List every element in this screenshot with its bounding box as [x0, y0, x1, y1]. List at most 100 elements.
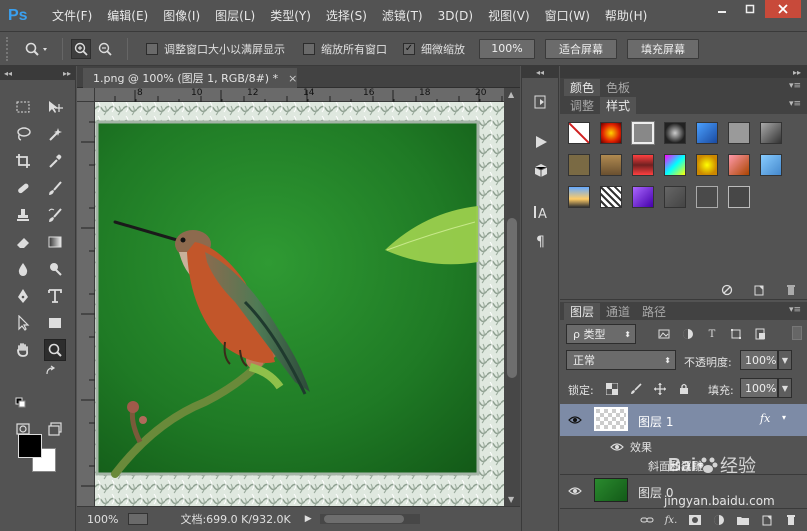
style-swatch[interactable] — [632, 154, 654, 176]
menu-image[interactable]: 图像(I) — [163, 7, 200, 24]
ruler-corner[interactable] — [77, 88, 95, 102]
zoom-tool-preset-icon[interactable] — [20, 37, 54, 61]
scroll-thumb[interactable] — [507, 218, 517, 378]
style-swatch[interactable] — [728, 186, 750, 208]
style-swatch[interactable] — [600, 154, 622, 176]
layer-filter-select[interactable]: ρ 类型 ⬍ — [566, 324, 636, 344]
fill-input[interactable]: 100% — [740, 378, 778, 398]
lasso-tool-icon[interactable] — [12, 123, 34, 145]
collapse-arrows-icon[interactable]: ◂◂ — [522, 66, 558, 78]
close-tab-icon[interactable]: × — [288, 72, 297, 85]
swap-colors-icon[interactable] — [44, 364, 58, 378]
hand-tool-icon[interactable] — [12, 339, 34, 361]
gradient-tool-icon[interactable] — [44, 231, 66, 253]
fill-screen-button[interactable]: 填充屏幕 — [627, 38, 699, 59]
menu-3d[interactable]: 3D(D) — [438, 9, 473, 23]
style-none[interactable] — [568, 122, 590, 144]
layer-thumbnail[interactable] — [594, 407, 628, 431]
move-tool-icon[interactable] — [44, 96, 66, 118]
history-panel-icon[interactable] — [531, 92, 551, 112]
layer-row-selected[interactable]: 图层 1 fx ▾ — [560, 404, 807, 436]
filter-type-icon[interactable]: T — [704, 326, 720, 342]
panel-collapse-bar[interactable]: ▸▸ — [560, 66, 807, 78]
opacity-input[interactable]: 100% — [740, 350, 778, 370]
lock-transparent-icon[interactable] — [604, 381, 620, 397]
vertical-ruler[interactable] — [77, 102, 95, 506]
layer-fx-badge[interactable]: fx — [760, 412, 770, 425]
horizontal-ruler[interactable]: 8 10 12 14 16 18 20 — [95, 88, 504, 102]
horizontal-scrollbar[interactable] — [319, 514, 420, 524]
checkbox-checked[interactable]: ✓ — [403, 42, 415, 55]
actions-panel-icon[interactable] — [531, 132, 551, 152]
layer-thumbnail[interactable] — [594, 478, 628, 502]
delete-style-icon[interactable] — [783, 282, 799, 298]
filter-shape-icon[interactable] — [728, 326, 744, 342]
collapse-arrows-icon[interactable]: ▸▸ — [63, 69, 71, 78]
menu-type[interactable]: 类型(Y) — [270, 7, 311, 24]
tab-color[interactable]: 颜色 — [564, 79, 601, 96]
zoom-in-icon[interactable] — [71, 38, 91, 59]
adjustment-layer-icon[interactable] — [711, 512, 727, 528]
menu-file[interactable]: 文件(F) — [52, 7, 92, 24]
scroll-up-icon[interactable]: ▲ — [508, 90, 514, 99]
vertical-scrollbar[interactable]: ▲ ▼ — [504, 88, 520, 506]
character-panel-icon[interactable]: A — [531, 202, 551, 222]
style-swatch[interactable] — [728, 122, 750, 144]
menu-layer[interactable]: 图层(L) — [215, 7, 255, 24]
crop-tool-icon[interactable] — [12, 150, 34, 172]
tab-swatches[interactable]: 色板 — [600, 79, 636, 96]
visibility-eye-icon[interactable] — [568, 484, 582, 498]
lock-position-icon[interactable] — [652, 381, 668, 397]
menu-edit[interactable]: 编辑(E) — [107, 7, 148, 24]
pen-tool-icon[interactable] — [12, 285, 34, 307]
horizontal-scroll-thumb[interactable] — [323, 515, 404, 523]
new-group-icon[interactable] — [735, 512, 751, 528]
minimize-icon[interactable] — [709, 0, 735, 18]
tab-paths[interactable]: 路径 — [636, 303, 672, 320]
healing-brush-tool-icon[interactable] — [12, 177, 34, 199]
status-preview-icon[interactable] — [128, 513, 149, 525]
zoom-100-button[interactable]: 100% — [479, 38, 535, 59]
zoom-all-windows-checkbox[interactable]: 缩放所有窗口 — [303, 41, 387, 57]
checkbox-box[interactable] — [146, 42, 158, 55]
style-swatch[interactable] — [664, 186, 686, 208]
tab-layers[interactable]: 图层 — [564, 303, 601, 320]
eyedropper-tool-icon[interactable] — [44, 150, 66, 172]
menu-select[interactable]: 选择(S) — [326, 7, 367, 24]
type-tool-icon[interactable] — [44, 285, 66, 307]
filter-pixel-icon[interactable] — [656, 326, 672, 342]
collapse-arrows-icon[interactable]: ▸▸ — [793, 68, 801, 77]
path-selection-tool-icon[interactable] — [12, 312, 34, 334]
collapse-arrows-icon[interactable]: ◂◂ — [4, 69, 12, 78]
menu-view[interactable]: 视图(V) — [488, 7, 530, 24]
new-layer-icon[interactable] — [759, 512, 775, 528]
zoom-out-icon[interactable] — [95, 39, 115, 59]
resize-windows-checkbox[interactable]: 调整窗口大小以满屏显示 — [146, 41, 285, 57]
maximize-icon[interactable] — [737, 0, 763, 18]
delete-layer-icon[interactable] — [783, 512, 799, 528]
style-swatch[interactable] — [600, 186, 622, 208]
zoom-tool-icon[interactable] — [44, 339, 66, 361]
tab-styles[interactable]: 样式 — [600, 97, 637, 114]
tab-adjustments[interactable]: 调整 — [564, 97, 600, 114]
link-layers-icon[interactable] — [639, 512, 655, 528]
filter-toggle-switch[interactable] — [792, 326, 802, 340]
document-tab[interactable]: 1.png @ 100% (图层 1, RGB/8#) * × — [83, 68, 297, 88]
layer-name[interactable]: 图层 1 — [638, 413, 673, 430]
options-grip[interactable] — [6, 36, 12, 61]
style-swatch[interactable] — [760, 122, 782, 144]
style-swatch[interactable] — [664, 122, 686, 144]
visibility-eye-icon[interactable] — [568, 413, 582, 427]
3d-panel-icon[interactable] — [531, 160, 551, 180]
new-style-icon[interactable] — [751, 282, 767, 298]
checkbox-box[interactable] — [303, 42, 315, 55]
panel-menu-icon[interactable]: ▾≡ — [789, 99, 801, 109]
lock-all-icon[interactable] — [676, 381, 692, 397]
clone-stamp-tool-icon[interactable] — [12, 204, 34, 226]
menu-help[interactable]: 帮助(H) — [605, 7, 647, 24]
magic-wand-tool-icon[interactable] — [44, 123, 66, 145]
lock-pixels-icon[interactable] — [628, 381, 644, 397]
fill-dropdown-icon[interactable]: ▼ — [778, 378, 792, 398]
brush-tool-icon[interactable] — [44, 177, 66, 199]
style-swatch[interactable] — [696, 186, 718, 208]
